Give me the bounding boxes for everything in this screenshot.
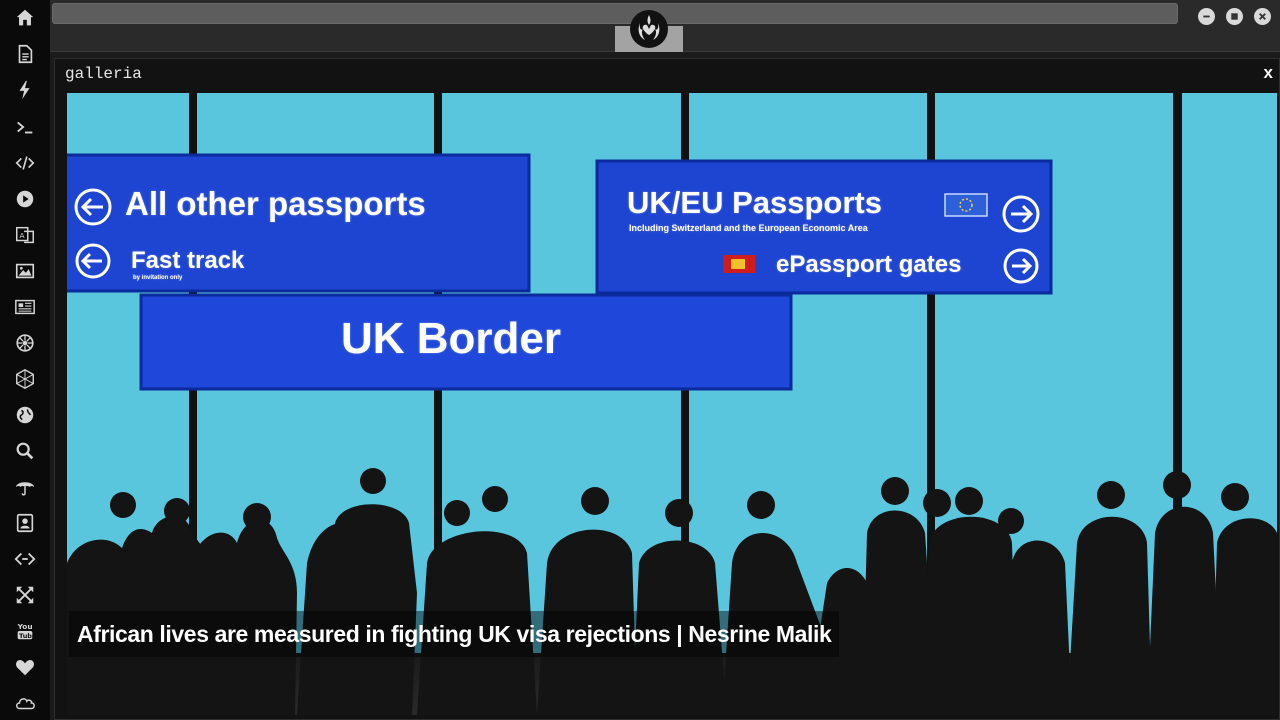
- gallery-image[interactable]: All other passports Fast track by invita…: [67, 93, 1277, 715]
- image-icon[interactable]: [11, 257, 39, 285]
- sign-fast-track-note: by invitation only: [133, 275, 183, 281]
- cloud-icon[interactable]: [11, 689, 39, 717]
- galleria-panel: galleria x All other passports Fast trac…: [54, 58, 1280, 720]
- svg-text:You: You: [17, 622, 33, 631]
- newspaper-icon[interactable]: [11, 293, 39, 321]
- document-icon[interactable]: [11, 40, 39, 68]
- address-bar[interactable]: [52, 3, 1178, 24]
- youtube-icon[interactable]: You Tube: [11, 617, 39, 645]
- caption-text: African lives are measured in fighting U…: [77, 620, 832, 647]
- panel-title: galleria: [65, 65, 142, 83]
- hexagon-network-icon[interactable]: [11, 365, 39, 393]
- search-icon[interactable]: [11, 437, 39, 465]
- lightning-icon[interactable]: [11, 76, 39, 104]
- sign-all-other-passports: All other passports: [125, 185, 426, 222]
- home-icon[interactable]: [11, 4, 39, 32]
- sign-epassport-gates: ePassport gates: [776, 251, 962, 278]
- maximize-button[interactable]: [1226, 8, 1243, 25]
- sign-uk-eu-passports: UK/EU Passports: [627, 185, 882, 220]
- code-icon[interactable]: [11, 149, 39, 177]
- sidebar: A You Tube: [0, 0, 50, 720]
- expand-arrows-icon[interactable]: [11, 581, 39, 609]
- rebel-alliance-logo-icon[interactable]: [628, 8, 670, 50]
- sign-uk-border: UK Border: [341, 314, 562, 363]
- translate-icon[interactable]: A: [11, 221, 39, 249]
- play-icon[interactable]: [11, 185, 39, 213]
- heart-icon[interactable]: [11, 653, 39, 681]
- settings-wheel-icon[interactable]: [11, 329, 39, 357]
- sign-uk-eu-note: Including Switzerland and the European E…: [629, 223, 868, 233]
- panel-close-button[interactable]: x: [1264, 63, 1273, 83]
- svg-text:Tube: Tube: [19, 632, 36, 640]
- link-code-icon[interactable]: [11, 545, 39, 573]
- globe-icon[interactable]: [11, 401, 39, 429]
- image-caption: African lives are measured in fighting U…: [69, 611, 840, 657]
- window-titlebar: [50, 0, 1280, 52]
- terminal-icon[interactable]: [11, 113, 39, 141]
- contact-card-icon[interactable]: [11, 509, 39, 537]
- umbrella-icon[interactable]: [11, 473, 39, 501]
- svg-text:A: A: [20, 231, 25, 240]
- minimize-button[interactable]: [1198, 8, 1215, 25]
- close-window-button[interactable]: [1254, 8, 1271, 25]
- sign-fast-track: Fast track: [131, 247, 245, 274]
